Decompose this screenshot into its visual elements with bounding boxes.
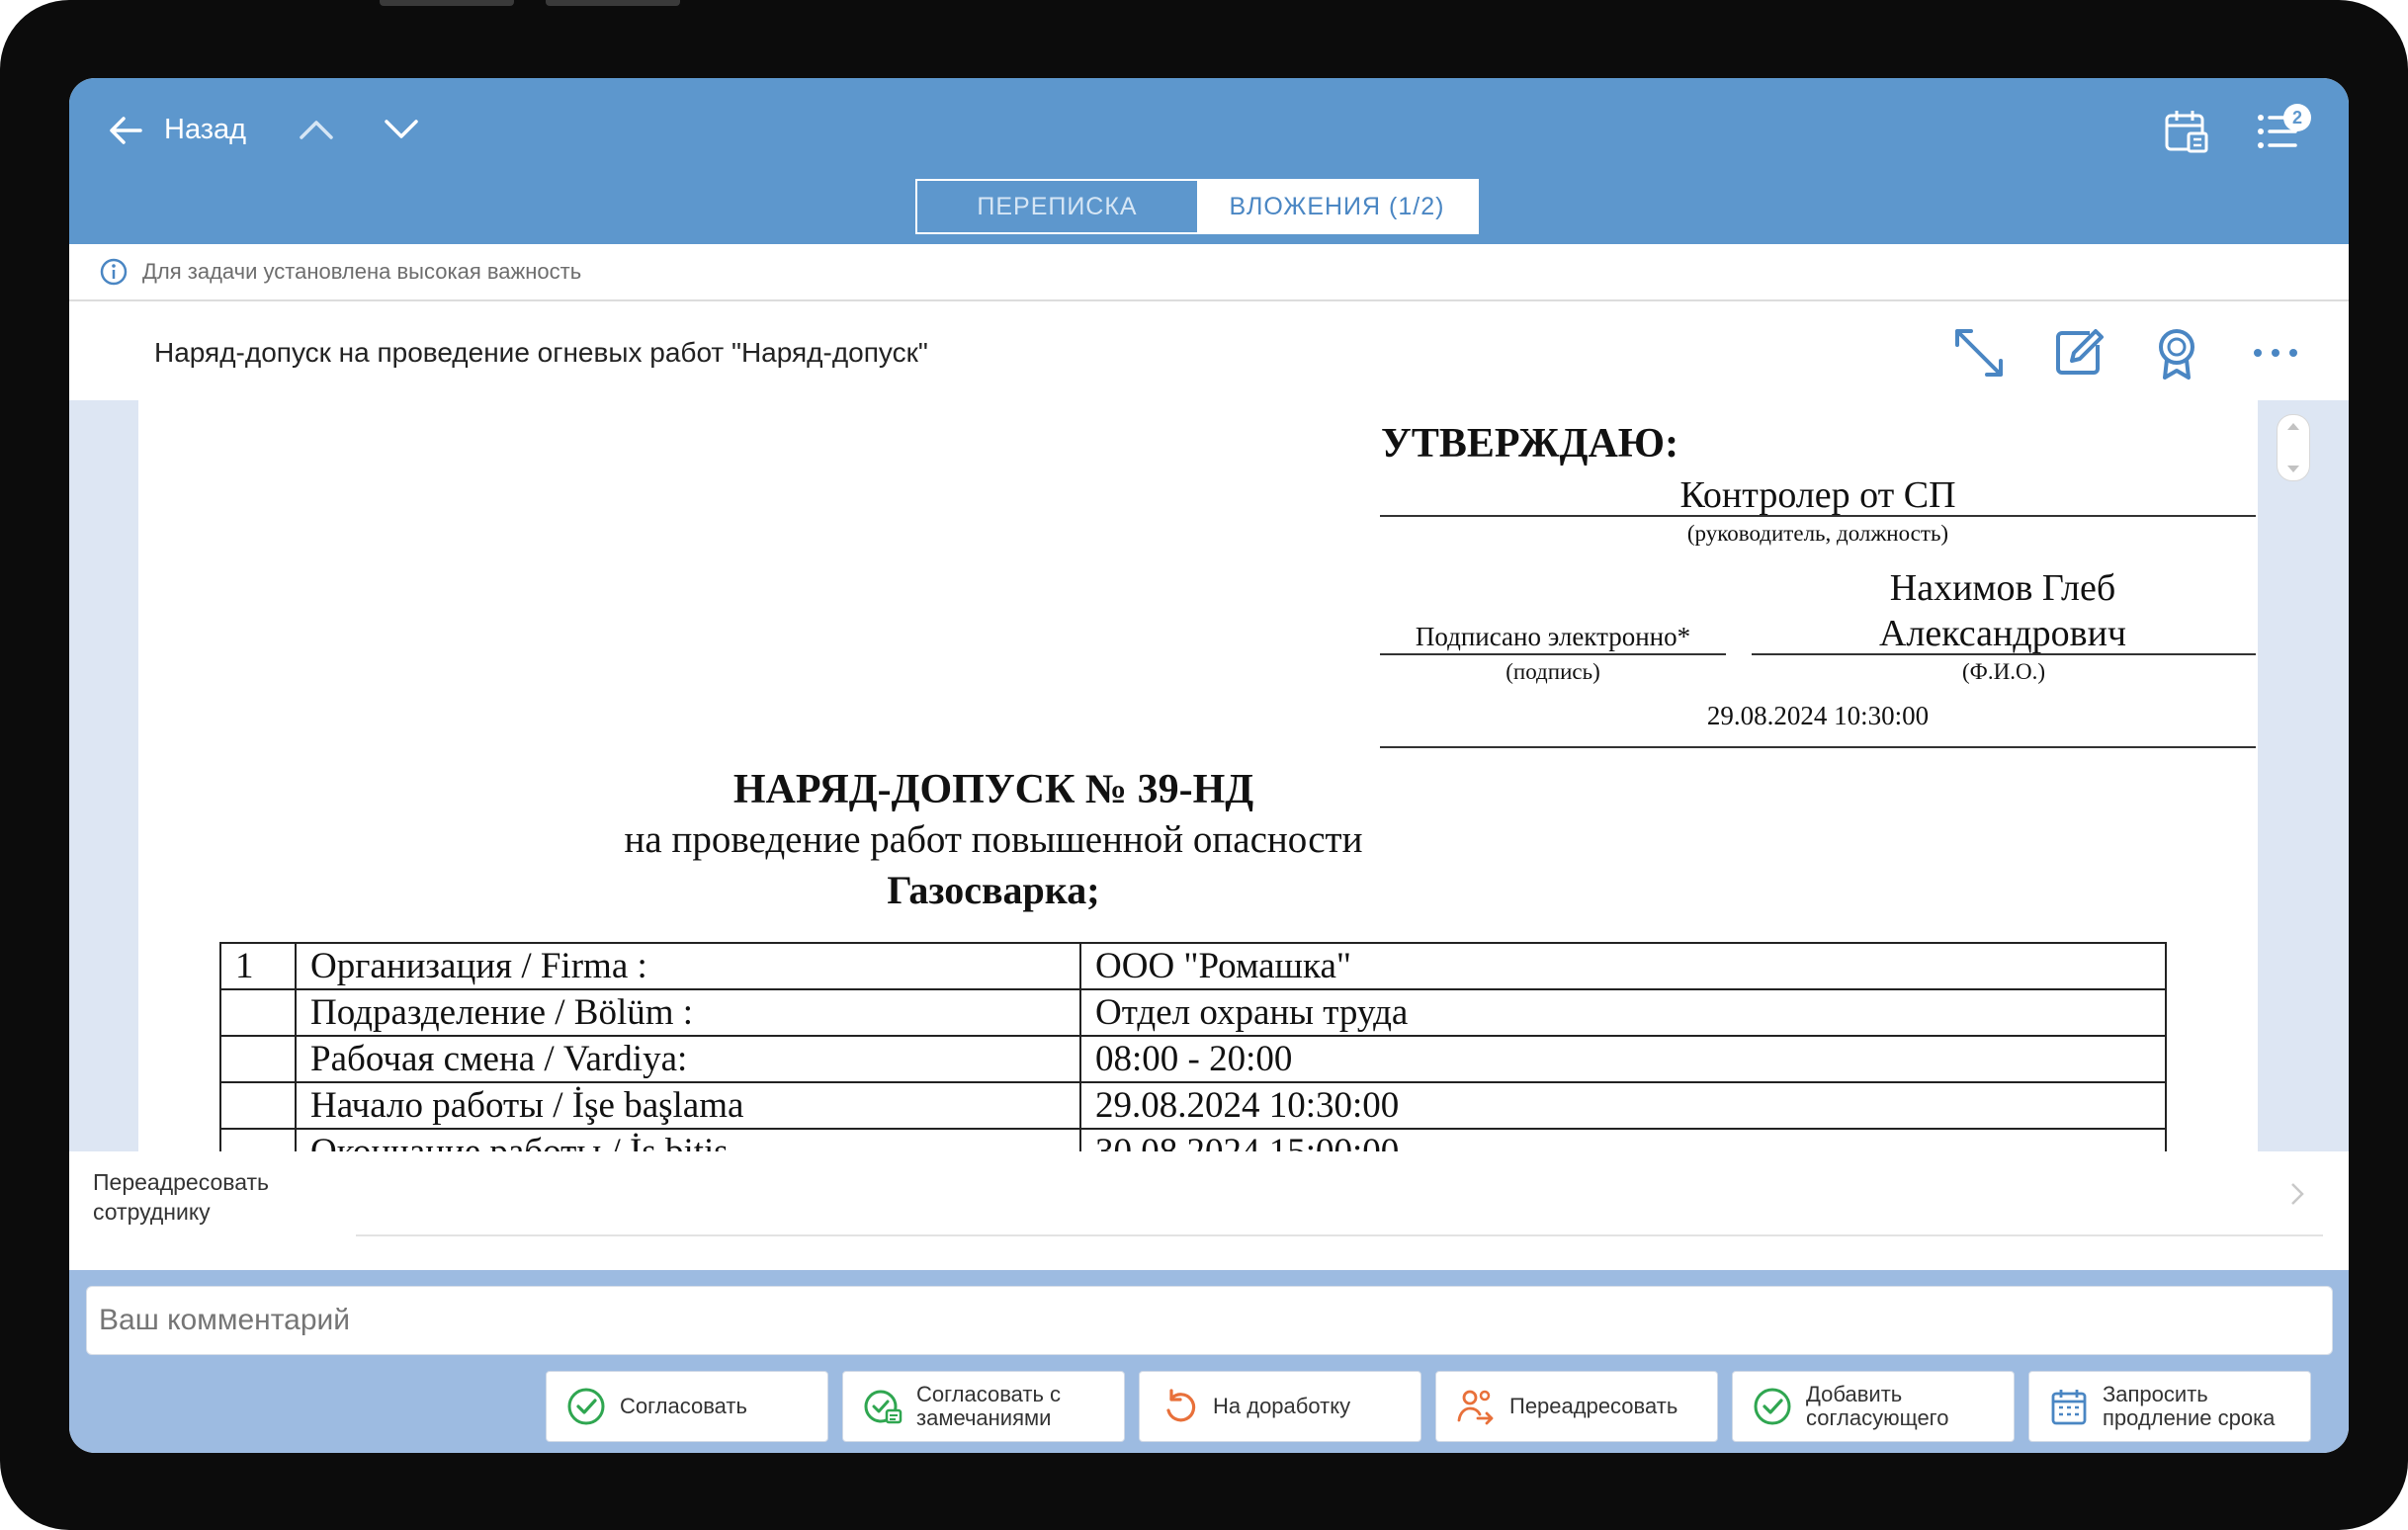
position-caption: (руководитель, должность) <box>1686 521 1949 546</box>
approver-name-last: Александрович <box>1878 613 2127 654</box>
tab-correspondence[interactable]: ПЕРЕПИСКА <box>917 181 1197 232</box>
name-caption: (Ф.И.О.) <box>1962 659 2045 684</box>
row-number <box>219 1128 297 1151</box>
table-row: Окончание работы / İş bitiş 30.08.2024 1… <box>219 1128 2167 1151</box>
approve-with-remarks-button[interactable]: Согласовать с замечаниями <box>842 1371 1125 1442</box>
row-number: 1 <box>219 942 297 990</box>
table-row: Рабочая смена / Vardiya: 08:00 - 20:00 <box>219 1035 2167 1083</box>
page-scroll-handle[interactable] <box>2277 414 2310 481</box>
signature-line <box>1380 653 1726 655</box>
approve-label: Согласовать <box>620 1394 747 1418</box>
forward-label: Переадресовать сотруднику <box>93 1169 270 1225</box>
document-title: Наряд-допуск на проведение огневых работ… <box>154 337 928 368</box>
table-row: Подразделение / Bölüm : Отдел охраны тру… <box>219 988 2167 1037</box>
chevron-down-icon[interactable] <box>384 118 419 141</box>
sensor-notch <box>546 0 680 6</box>
info-icon <box>100 258 128 286</box>
position-line <box>1380 515 2256 517</box>
document-page: УТВЕРЖДАЮ: Контролер от СП (руководитель… <box>138 400 2258 1151</box>
signature-caption: (подпись) <box>1505 659 1600 684</box>
send-for-revision-button[interactable]: На доработку <box>1139 1371 1421 1442</box>
priority-info-bar: Для задачи установлена высокая важность <box>69 244 2349 301</box>
field-value: ООО "Ромашка" <box>1079 942 2167 990</box>
chevron-right-icon <box>2291 1183 2304 1205</box>
name-line <box>1752 653 2256 655</box>
certificate-icon[interactable] <box>2149 325 2204 381</box>
approve-with-remarks-label: Согласовать с замечаниями <box>916 1382 1062 1430</box>
field-label: Начало работы / İşe başlama <box>295 1081 1081 1130</box>
field-value: 30.08.2024 15:00:00 <box>1079 1128 2167 1151</box>
approval-heading: УТВЕРЖДАЮ: <box>1381 421 1679 467</box>
calendar-icon[interactable] <box>2163 108 2210 155</box>
chevron-up-icon[interactable] <box>299 118 334 141</box>
check-circle-icon <box>567 1388 605 1425</box>
send-for-revision-label: На доработку <box>1213 1394 1351 1418</box>
forward-button-label: Переадресовать <box>1509 1394 1678 1418</box>
permit-details-table: 1 Организация / Firma : ООО "Ромашка" По… <box>219 942 2167 1151</box>
field-value: 08:00 - 20:00 <box>1079 1035 2167 1083</box>
arrow-left-icon <box>110 116 142 144</box>
field-value: Отдел охраны труда <box>1079 988 2167 1037</box>
field-label: Подразделение / Bölüm : <box>295 988 1081 1037</box>
field-label: Окончание работы / İş bitiş <box>295 1128 1081 1151</box>
row-number <box>219 988 297 1037</box>
request-extension-label: Запросить продление срока <box>2103 1382 2276 1430</box>
permit-work-type: Газосварка; <box>887 868 1100 912</box>
request-extension-button[interactable]: Запросить продление срока <box>2028 1371 2311 1442</box>
app-screen: Назад 2 ПЕРЕПИСКА ВЛОЖЕНИЯ (1/2) Для зад… <box>69 78 2349 1453</box>
approver-name-first: Нахимов Глеб <box>1889 567 2116 609</box>
document-viewer[interactable]: УТВЕРЖДАЮ: Контролер от СП (руководитель… <box>69 400 2349 1151</box>
datetime-line <box>1380 746 2256 748</box>
priority-info-text: Для задачи установлена высокая важность <box>142 259 582 284</box>
check-circle-icon <box>1754 1388 1791 1425</box>
field-label: Организация / Firma : <box>295 942 1081 990</box>
table-row: 1 Организация / Firma : ООО "Ромашка" <box>219 942 2167 990</box>
add-approver-button[interactable]: Добавить согласующего <box>1732 1371 2015 1442</box>
check-note-icon <box>864 1390 903 1424</box>
signature-value: Подписано электронно* <box>1415 622 1691 651</box>
approve-button[interactable]: Согласовать <box>546 1371 828 1442</box>
back-label: Назад <box>164 114 247 145</box>
row-number <box>219 1035 297 1083</box>
table-row: Начало работы / İşe başlama 29.08.2024 1… <box>219 1081 2167 1130</box>
tab-attachments[interactable]: ВЛОЖЕНИЯ (1/2) <box>1197 181 1477 232</box>
action-buttons: Согласовать Согласовать с замечаниями На… <box>546 1371 2311 1442</box>
forward-field-line <box>356 1234 2323 1236</box>
comment-input[interactable] <box>86 1286 2333 1355</box>
undo-icon <box>1166 1389 1196 1422</box>
action-panel: Согласовать Согласовать с замечаниями На… <box>69 1270 2349 1453</box>
edit-icon[interactable] <box>2050 325 2106 381</box>
tablet-frame: Назад 2 ПЕРЕПИСКА ВЛОЖЕНИЯ (1/2) Для зад… <box>0 0 2408 1530</box>
field-value: 29.08.2024 10:30:00 <box>1079 1081 2167 1130</box>
row-number <box>219 1081 297 1130</box>
add-approver-label: Добавить согласующего <box>1806 1382 1949 1430</box>
field-label: Рабочая смена / Vardiya: <box>295 1035 1081 1083</box>
expand-icon[interactable] <box>1951 325 2007 381</box>
notification-badge: 2 <box>2283 104 2311 131</box>
users-forward-icon <box>1457 1390 1494 1425</box>
forward-button[interactable]: Переадресовать <box>1435 1371 1718 1442</box>
approval-datetime: 29.08.2024 10:30:00 <box>1706 701 1930 730</box>
back-button[interactable]: Назад <box>109 114 246 146</box>
permit-subtitle: на проведение работ повышенной опасности <box>624 818 1363 861</box>
calendar-icon <box>2051 1390 2087 1425</box>
approver-position: Контролер от СП <box>1679 474 1956 516</box>
tab-bar: ПЕРЕПИСКА ВЛОЖЕНИЯ (1/2) <box>915 179 1479 234</box>
more-icon[interactable] <box>2248 325 2303 381</box>
app-header: Назад 2 ПЕРЕПИСКА ВЛОЖЕНИЯ (1/2) <box>69 78 2349 244</box>
forward-to-employee-row[interactable]: Переадресовать сотруднику <box>69 1151 2349 1270</box>
permit-number: НАРЯД-ДОПУСК № 39-НД <box>732 767 1254 812</box>
camera-notch <box>380 0 514 6</box>
